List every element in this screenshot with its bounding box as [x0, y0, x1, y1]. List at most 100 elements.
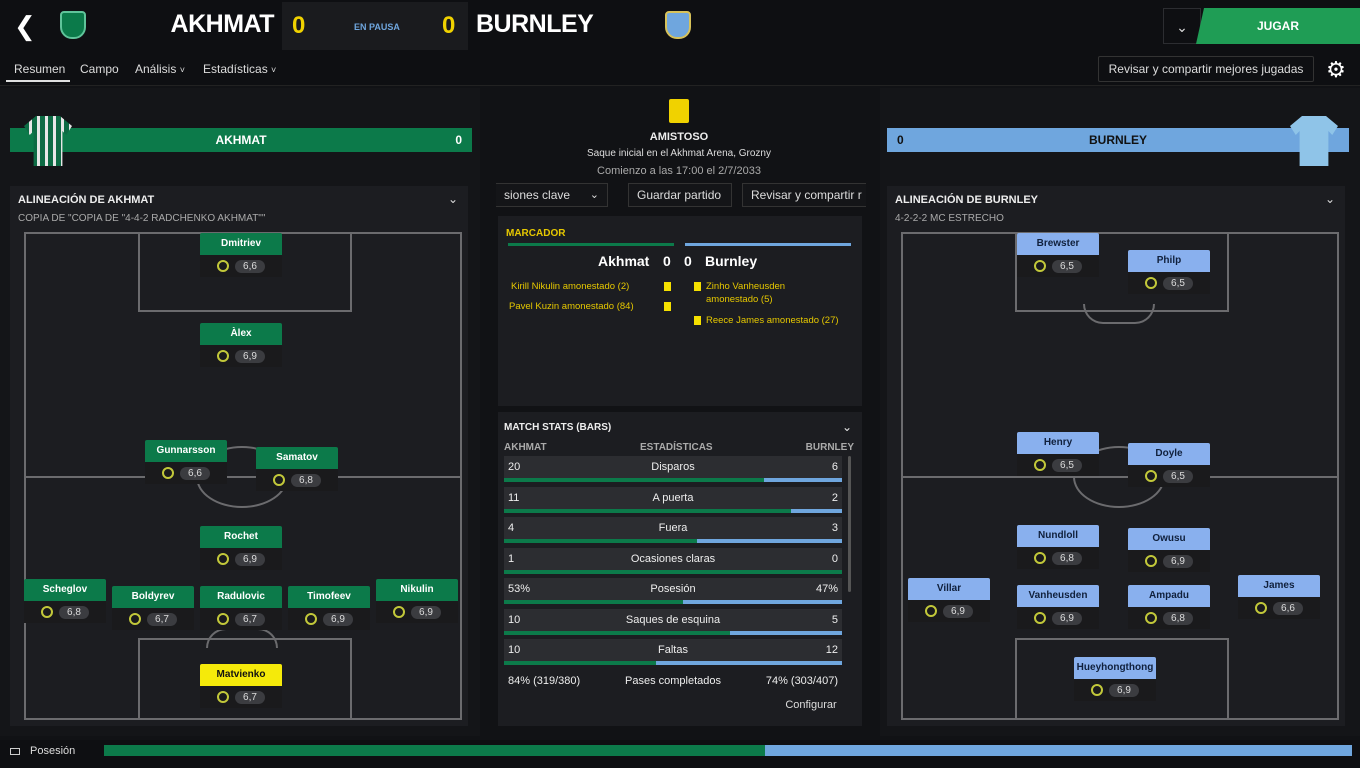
away-player-card[interactable]: Philp 6,5 [1128, 250, 1210, 296]
back-button[interactable]: ❮ [14, 12, 40, 40]
burnley-crest-icon [665, 11, 691, 39]
possession-label: Posesión [30, 745, 76, 757]
home-player-card[interactable]: Timofeev 6,9 [288, 586, 370, 632]
away-player-card[interactable]: Villar 6,9 [908, 578, 990, 624]
player-name: Doyle [1128, 443, 1210, 465]
share-review-button[interactable]: Revisar y compartir r [742, 183, 866, 207]
home-player-card[interactable]: Matvienko 6,7 [200, 664, 282, 710]
stat-row: 1 Ocasiones claras 0 [504, 547, 842, 574]
chevron-down-icon[interactable]: ⌄ [448, 192, 458, 206]
home-player-card[interactable]: Nikulin 6,9 [376, 579, 458, 625]
away-player-card[interactable]: Owusu 6,9 [1128, 528, 1210, 574]
rating-value: 6,8 [59, 605, 89, 619]
player-name: Gunnarsson [145, 440, 227, 462]
rating-value: 6,9 [1052, 611, 1082, 625]
away-formation: 4-2-2-2 MC ESTRECHO [895, 213, 1004, 224]
player-rating: 6,8 [1017, 547, 1099, 569]
player-rating: 6,9 [908, 600, 990, 622]
player-name: Vanheusden [1017, 585, 1099, 607]
away-player-card[interactable]: Brewster 6,5 [1017, 233, 1099, 279]
tab-analisis[interactable]: Análisis ˅ [135, 62, 185, 76]
player-rating: 6,8 [24, 601, 106, 623]
home-score: 0 [292, 12, 306, 39]
stat-away-value: 12 [825, 644, 838, 656]
player-name: James [1238, 575, 1320, 597]
rating-value: 6,5 [1052, 458, 1082, 472]
rating-icon [1034, 612, 1047, 624]
away-player-card[interactable]: Henry 6,5 [1017, 432, 1099, 478]
home-player-card[interactable]: Àlex 6,9 [200, 323, 282, 369]
home-bar-score: 0 [455, 133, 462, 147]
player-name: Nundloll [1017, 525, 1099, 547]
stat-row: 10 Faltas 12 [504, 639, 842, 665]
chevron-down-icon[interactable]: ⌄ [842, 420, 852, 434]
away-bar-name: BURNLEY [1088, 133, 1147, 147]
rating-value: 6,7 [147, 612, 177, 626]
rating-icon [1145, 470, 1158, 482]
away-player-card[interactable]: Vanheusden 6,9 [1017, 585, 1099, 631]
rating-value: 6,7 [235, 690, 265, 704]
scoreboard-title: MARCADOR [506, 228, 566, 239]
share-highlights-button[interactable]: Revisar y compartir mejores jugadas [1098, 56, 1314, 82]
rating-value: 6,8 [1163, 611, 1193, 625]
away-player-card[interactable]: Ampadu 6,8 [1128, 585, 1210, 631]
player-rating: 6,5 [1128, 465, 1210, 487]
rating-value: 6,8 [291, 473, 321, 487]
rating-value: 6,9 [411, 605, 441, 619]
save-match-button[interactable]: Guardar partido [628, 183, 732, 207]
away-player-card[interactable]: Hueyhongthong 6,9 [1074, 657, 1156, 703]
away-player-card[interactable]: James 6,6 [1238, 575, 1320, 621]
player-rating: 6,9 [1017, 607, 1099, 629]
rating-icon [162, 467, 175, 479]
home-player-card[interactable]: Rochet 6,9 [200, 526, 282, 572]
play-button[interactable]: JUGAR [1196, 8, 1360, 44]
rating-value: 6,9 [1163, 554, 1193, 568]
home-player-card[interactable]: Radulovic 6,7 [200, 586, 282, 632]
chevron-down-icon[interactable]: ⌄ [1325, 192, 1335, 206]
player-rating: 6,8 [1128, 607, 1210, 629]
key-moments-button[interactable]: siones clave ⌄ [496, 183, 608, 207]
scoreboard-box: 0 EN PAUSA 0 [282, 2, 468, 50]
tab-campo[interactable]: Campo [80, 62, 119, 76]
home-player-card[interactable]: Scheglov 6,8 [24, 579, 106, 625]
rating-icon [1034, 552, 1047, 564]
player-rating: 6,9 [376, 601, 458, 623]
rating-value: 6,5 [1052, 259, 1082, 273]
stat-label: Faltas [658, 644, 688, 656]
tab-estadisticas[interactable]: Estadísticas ˅ [203, 62, 276, 76]
gear-icon[interactable]: ⚙ [1322, 56, 1350, 84]
chevron-down-icon[interactable]: ⌄ [1163, 8, 1201, 44]
rating-value: 6,6 [1273, 601, 1303, 615]
yellow-card-icon [694, 316, 701, 325]
player-name: Rochet [200, 526, 282, 548]
away-color-bar [685, 243, 851, 246]
rating-icon [393, 606, 406, 618]
away-team-bar: 0 BURNLEY [887, 128, 1349, 152]
home-player-card[interactable]: Samatov 6,8 [256, 447, 338, 493]
stat-away-bar [791, 508, 842, 513]
stat-away-value: 3 [831, 522, 838, 534]
rating-icon [1145, 277, 1158, 289]
player-rating: 6,9 [200, 345, 282, 367]
stats-col-mid: ESTADÍSTICAS [640, 442, 713, 453]
home-player-card[interactable]: Gunnarsson 6,6 [145, 440, 227, 486]
home-player-card[interactable]: Boldyrev 6,7 [112, 586, 194, 632]
akhmat-crest-icon [60, 11, 86, 39]
away-player-card[interactable]: Nundloll 6,8 [1017, 525, 1099, 571]
player-name: Philp [1128, 250, 1210, 272]
home-color-bar [508, 243, 674, 246]
stat-away-bar [730, 630, 842, 635]
stats-scrollbar[interactable] [848, 456, 851, 592]
tab-resumen[interactable]: Resumen [14, 62, 65, 76]
match-stats-panel: MATCH STATS (BARS) ⌄ AKHMAT ESTADÍSTICAS… [498, 412, 862, 726]
rating-value: 6,9 [1109, 683, 1139, 697]
rating-value: 6,9 [235, 552, 265, 566]
away-event: Zinho Vanheusden amonestado (5) [706, 281, 786, 305]
configure-button[interactable]: Configurar [772, 694, 850, 716]
player-name: Henry [1017, 432, 1099, 454]
away-player-card[interactable]: Doyle 6,5 [1128, 443, 1210, 489]
home-player-card[interactable]: Dmitriev 6,6 [200, 233, 282, 279]
stat-away-value: 0 [831, 552, 838, 565]
away-lineup-title: ALINEACIÓN DE BURNLEY [895, 194, 1039, 206]
stat-away-value: 74% (303/407) [765, 674, 838, 687]
